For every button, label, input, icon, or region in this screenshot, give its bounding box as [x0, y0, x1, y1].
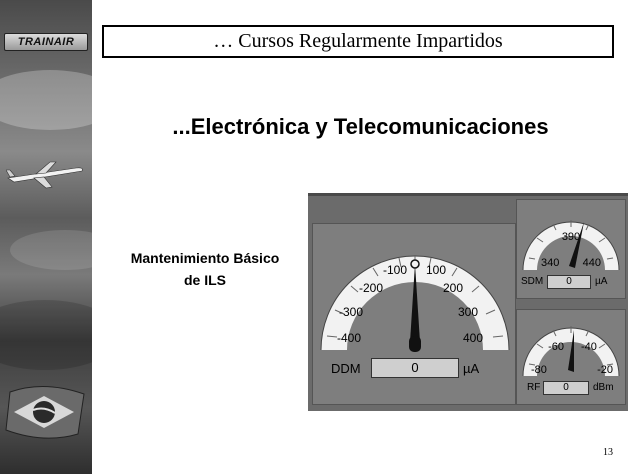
rf-label: RF — [527, 382, 541, 393]
caption-line-2: de ILS — [183, 272, 226, 288]
rf-unit: dBm — [593, 382, 614, 393]
slide-title: … Cursos Regularmente Impartidos — [213, 30, 503, 52]
ddm-tick-neg400: -400 — [337, 331, 361, 345]
page-number: 13 — [603, 447, 613, 458]
sdm-label: SDM — [521, 276, 544, 287]
sdm-unit: µA — [595, 276, 608, 287]
sdm-gauge: 340 390 440 — [522, 220, 620, 271]
trainair-logo: TRAINAIR — [4, 33, 88, 51]
ddm-label: DDM — [331, 361, 361, 376]
ddm-tick-200: 200 — [443, 281, 463, 295]
ddm-gauge-panel: -100 -200 -300 -400 100 200 300 400 DDM … — [312, 223, 516, 405]
ddm-tick-400: 400 — [463, 331, 483, 345]
rf-tick-neg20: -20 — [597, 364, 613, 376]
ddm-readout: 0 — [371, 358, 459, 378]
rf-gauge: -80 -60 -40 -20 — [522, 326, 620, 377]
logo-text: TRAINAIR — [17, 36, 75, 48]
ddm-tick-neg100: -100 — [383, 263, 407, 277]
sdm-tick-390: 390 — [562, 231, 580, 243]
slide-subtitle: ...Electrónica y Telecomunicaciones — [172, 114, 549, 139]
ddm-tick-neg300: -300 — [339, 305, 363, 319]
ddm-tick-300: 300 — [458, 305, 478, 319]
sdm-tick-340: 340 — [541, 257, 559, 269]
rf-readout: 0 — [543, 381, 589, 395]
ddm-tick-neg200: -200 — [359, 281, 383, 295]
ils-instrument-panel: -100 -200 -300 -400 100 200 300 400 DDM … — [308, 193, 628, 411]
sdm-tick-440: 440 — [583, 257, 601, 269]
course-caption: Mantenimiento Básico de ILS — [100, 247, 310, 291]
ddm-tick-100: 100 — [426, 263, 446, 277]
title-box: … Cursos Regularmente Impartidos — [102, 25, 614, 58]
rf-tick-neg40: -40 — [581, 341, 597, 353]
ddm-unit: µA — [463, 361, 480, 376]
brazil-flag-icon — [5, 385, 85, 439]
ddm-gauge: -100 -200 -300 -400 100 200 300 400 — [320, 255, 510, 352]
caption-line-1: Mantenimiento Básico — [130, 250, 280, 266]
airplane-icon — [6, 161, 83, 189]
sdm-readout: 0 — [547, 275, 591, 289]
rf-tick-neg60: -60 — [548, 341, 564, 353]
rf-tick-neg80: -80 — [531, 364, 547, 376]
sdm-gauge-panel: 340 390 440 SDM 0 µA — [516, 199, 626, 299]
rf-gauge-panel: -80 -60 -40 -20 RF 0 dBm — [516, 309, 626, 405]
